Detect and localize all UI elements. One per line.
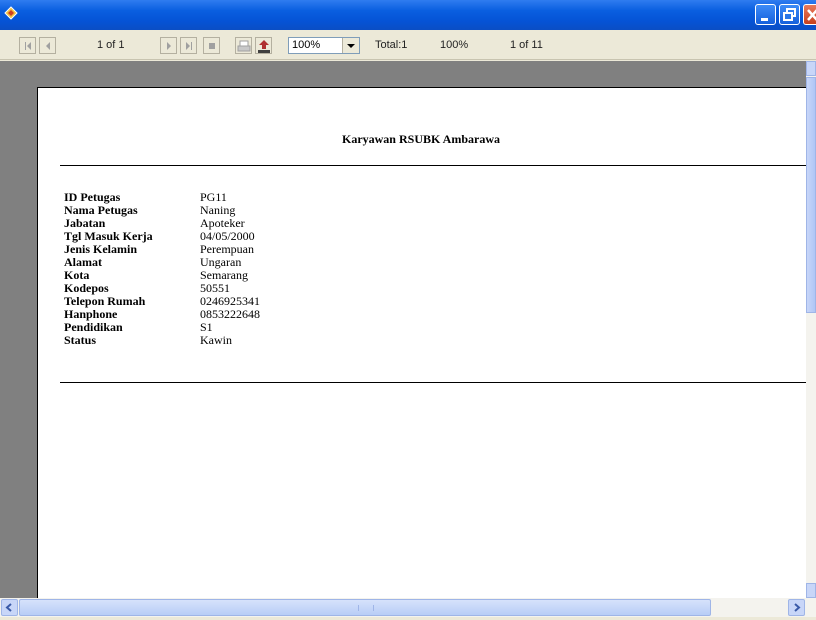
field-value: Kawin [200, 333, 232, 347]
scroll-right-button[interactable] [788, 599, 805, 616]
stop-icon [209, 43, 215, 49]
report-title: Karyawan RSUBK Ambarawa [341, 132, 500, 146]
scroll-grip [358, 605, 374, 611]
report-page: Karyawan RSUBK Ambarawa ID Petugas PG11 Na… [37, 87, 806, 598]
export-icon [258, 40, 270, 53]
restore-button[interactable] [779, 4, 800, 25]
zoom-select[interactable]: 100% [288, 37, 360, 54]
footer-divider [60, 382, 806, 383]
stop-button[interactable] [203, 37, 220, 54]
next-page-button[interactable] [160, 37, 177, 54]
export-button[interactable] [255, 37, 272, 54]
minimize-button[interactable] [755, 4, 776, 25]
last-page-button[interactable] [180, 37, 197, 54]
zoom-percent-label: 100% [440, 39, 469, 51]
record-indicator: 1 of 11 [510, 39, 543, 51]
header-divider [60, 165, 806, 166]
total-label: Total:1 [375, 39, 408, 51]
scroll-left-button[interactable] [1, 599, 18, 616]
chevron-left-icon [5, 603, 12, 612]
restore-icon [783, 8, 796, 21]
last-page-icon [186, 42, 192, 50]
zoom-dropdown-button[interactable] [342, 38, 359, 53]
zoom-value: 100% [292, 39, 321, 51]
chevron-down-icon [347, 44, 355, 48]
title-bar[interactable] [0, 0, 816, 30]
previous-page-button[interactable] [39, 37, 56, 54]
app-icon [4, 6, 18, 20]
minimize-icon [761, 18, 768, 21]
vertical-scrollbar[interactable] [806, 61, 816, 598]
close-button[interactable] [803, 4, 816, 25]
scroll-up-button[interactable] [806, 61, 816, 76]
field-label: Status [64, 333, 97, 347]
close-icon [807, 9, 816, 21]
horizontal-scroll-thumb[interactable] [19, 599, 711, 616]
chevron-right-icon [794, 603, 801, 612]
next-page-icon [167, 42, 171, 50]
scroll-down-button[interactable] [806, 583, 816, 598]
report-toolbar: 1 of 1 100% Total:1 100% 1 of 11 [0, 30, 816, 60]
report-viewer[interactable]: Karyawan RSUBK Ambarawa ID Petugas PG11 Na… [0, 61, 806, 598]
page-indicator: 1 of 1 [97, 39, 125, 51]
print-icon [237, 40, 251, 52]
vertical-scroll-thumb[interactable] [806, 77, 816, 313]
horizontal-scrollbar[interactable] [0, 598, 816, 617]
previous-page-icon [46, 42, 50, 50]
first-page-icon [25, 42, 31, 50]
print-button[interactable] [235, 37, 252, 54]
first-page-button[interactable] [19, 37, 36, 54]
